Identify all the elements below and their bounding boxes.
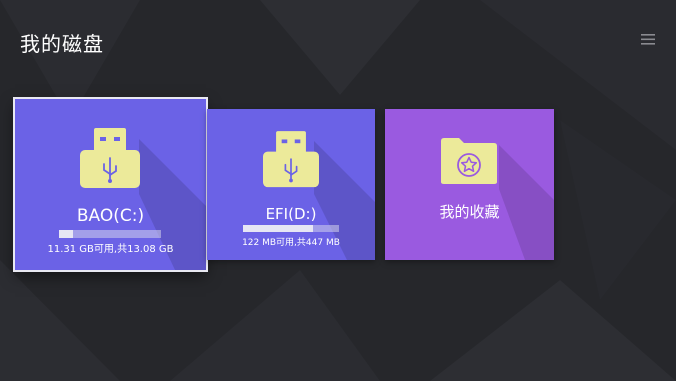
tile-label: BAO(C:) (76, 206, 145, 226)
menu-button[interactable] (637, 30, 659, 48)
storage-usage-fill (243, 225, 313, 232)
star-folder-icon (441, 138, 497, 184)
disk-screen: 我的磁盘 BAO(C:) 11.31 GB可用,共13.08 GB EFI(D:… (0, 0, 676, 381)
storage-usage-fill (59, 230, 73, 238)
tile-label: EFI(D:) (265, 205, 317, 223)
storage-usage-text: 122 MB可用,共447 MB (242, 238, 340, 248)
tile-label: 我的收藏 (439, 203, 500, 221)
hamburger-menu-icon (641, 33, 655, 45)
usb-drive-icon (263, 131, 319, 188)
drive-tile-c[interactable]: BAO(C:) 11.31 GB可用,共13.08 GB (13, 97, 208, 272)
usb-drive-icon (80, 128, 140, 188)
storage-usage-bar (243, 225, 339, 232)
page-title: 我的磁盘 (20, 32, 104, 56)
storage-usage-bar (59, 230, 161, 238)
favorites-tile[interactable]: 我的收藏 (385, 109, 554, 260)
storage-usage-text: 11.31 GB可用,共13.08 GB (47, 244, 174, 255)
drive-tile-d[interactable]: EFI(D:) 122 MB可用,共447 MB (207, 109, 375, 260)
